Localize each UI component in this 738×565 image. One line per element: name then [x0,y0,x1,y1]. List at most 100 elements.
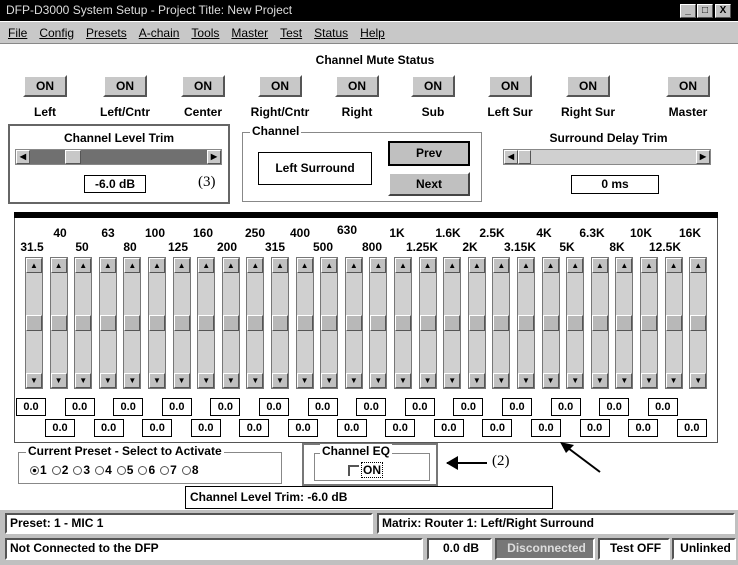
slider-up-icon[interactable]: ▲ [222,258,239,273]
slider-thumb[interactable] [370,315,387,331]
slider-thumb[interactable] [65,150,82,164]
slider-up-icon[interactable]: ▲ [99,258,116,273]
mute-button-right[interactable]: ON [335,75,379,97]
slider-down-icon[interactable]: ▼ [468,373,485,388]
slider-down-icon[interactable]: ▼ [444,373,461,388]
preset-radio-5[interactable]: 5 [116,463,133,477]
mute-button-center[interactable]: ON [181,75,225,97]
eq-slider[interactable]: ▲ ▼ [172,257,191,389]
slider-up-icon[interactable]: ▲ [444,258,461,273]
slider-thumb[interactable] [247,315,264,331]
slider-down-icon[interactable]: ▼ [641,373,657,388]
preset-radio-2[interactable]: 2 [51,463,68,477]
scroll-right-icon[interactable]: ▶ [207,150,221,164]
radio-icon[interactable] [181,465,191,475]
eq-slider[interactable]: ▲ ▼ [98,257,117,389]
eq-slider[interactable]: ▲ ▼ [25,257,43,389]
slider-up-icon[interactable]: ▲ [518,258,534,273]
slider-up-icon[interactable]: ▲ [419,258,436,273]
eq-slider[interactable]: ▲ ▼ [123,257,142,389]
eq-slider[interactable]: ▲ ▼ [615,257,634,389]
slider-down-icon[interactable]: ▼ [616,373,633,388]
eq-slider[interactable]: ▲ ▼ [320,257,339,389]
checkbox-icon[interactable] [348,464,359,476]
slider-thumb[interactable] [75,315,92,331]
slider-down-icon[interactable]: ▼ [665,373,682,388]
slider-thumb[interactable] [345,315,362,331]
slider-up-icon[interactable]: ▲ [50,258,67,273]
slider-thumb[interactable] [641,315,657,331]
slider-thumb[interactable] [50,315,67,331]
slider-thumb[interactable] [444,315,461,331]
slider-up-icon[interactable]: ▲ [75,258,92,273]
menu-status[interactable]: Status [314,26,348,40]
slider-thumb[interactable] [542,315,559,331]
slider-down-icon[interactable]: ▼ [247,373,264,388]
slider-thumb[interactable] [493,315,510,331]
slider-down-icon[interactable]: ▼ [542,373,559,388]
slider-up-icon[interactable]: ▲ [641,258,657,273]
mute-button-left[interactable]: ON [23,75,67,97]
slider-up-icon[interactable]: ▲ [542,258,559,273]
radio-icon[interactable] [116,465,126,475]
slider-down-icon[interactable]: ▼ [99,373,116,388]
eq-slider[interactable]: ▲ ▼ [49,257,68,389]
slider-thumb[interactable] [616,315,633,331]
eq-slider[interactable]: ▲ ▼ [664,257,683,389]
eq-slider[interactable]: ▲ ▼ [148,257,166,389]
slider-up-icon[interactable]: ▲ [345,258,362,273]
eq-slider[interactable]: ▲ ▼ [541,257,560,389]
slider-down-icon[interactable]: ▼ [272,373,288,388]
preset-radio-1[interactable]: 1 [30,463,47,477]
radio-icon[interactable] [30,465,39,475]
eq-slider[interactable]: ▲ ▼ [221,257,240,389]
slider-down-icon[interactable]: ▼ [26,373,42,388]
eq-slider[interactable]: ▲ ▼ [566,257,585,389]
slider-thumb[interactable] [567,315,584,331]
eq-slider[interactable]: ▲ ▼ [467,257,486,389]
slider-up-icon[interactable]: ▲ [665,258,682,273]
preset-radio-6[interactable]: 6 [138,463,155,477]
slider-up-icon[interactable]: ▲ [26,258,42,273]
slider-down-icon[interactable]: ▼ [198,373,215,388]
slider-down-icon[interactable]: ▼ [567,373,584,388]
slider-down-icon[interactable]: ▼ [149,373,165,388]
menu-help[interactable]: Help [360,26,385,40]
mute-button-left-sur[interactable]: ON [488,75,532,97]
preset-radio-3[interactable]: 3 [73,463,90,477]
mute-button-left-cntr[interactable]: ON [103,75,147,97]
prev-button[interactable]: Prev [388,141,470,166]
slider-down-icon[interactable]: ▼ [321,373,338,388]
slider-up-icon[interactable]: ▲ [321,258,338,273]
slider-up-icon[interactable]: ▲ [272,258,288,273]
channel-eq-checkbox[interactable]: ON [348,462,383,478]
eq-slider[interactable]: ▲ ▼ [74,257,93,389]
menu-tools[interactable]: Tools [191,26,219,40]
eq-slider[interactable]: ▲ ▼ [394,257,412,389]
slider-down-icon[interactable]: ▼ [690,373,707,388]
slider-thumb[interactable] [149,315,165,331]
preset-radio-4[interactable]: 4 [95,463,112,477]
preset-radio-7[interactable]: 7 [160,463,177,477]
eq-slider[interactable]: ▲ ▼ [517,257,535,389]
menu-presets[interactable]: Presets [86,26,127,40]
slider-thumb[interactable] [690,315,707,331]
slider-up-icon[interactable]: ▲ [173,258,190,273]
slider-down-icon[interactable]: ▼ [222,373,239,388]
slider-down-icon[interactable]: ▼ [370,373,387,388]
slider-thumb[interactable] [518,150,531,164]
mute-button-master[interactable]: ON [666,75,710,97]
eq-slider[interactable]: ▲ ▼ [369,257,388,389]
slider-thumb[interactable] [468,315,485,331]
slider-thumb[interactable] [591,315,608,331]
eq-slider[interactable]: ▲ ▼ [295,257,314,389]
slider-up-icon[interactable]: ▲ [591,258,608,273]
mute-button-right-cntr[interactable]: ON [258,75,302,97]
slider-up-icon[interactable]: ▲ [493,258,510,273]
slider-thumb[interactable] [222,315,239,331]
slider-thumb[interactable] [173,315,190,331]
radio-icon[interactable] [160,465,170,475]
slider-thumb[interactable] [99,315,116,331]
radio-icon[interactable] [73,465,83,475]
eq-slider[interactable]: ▲ ▼ [418,257,437,389]
